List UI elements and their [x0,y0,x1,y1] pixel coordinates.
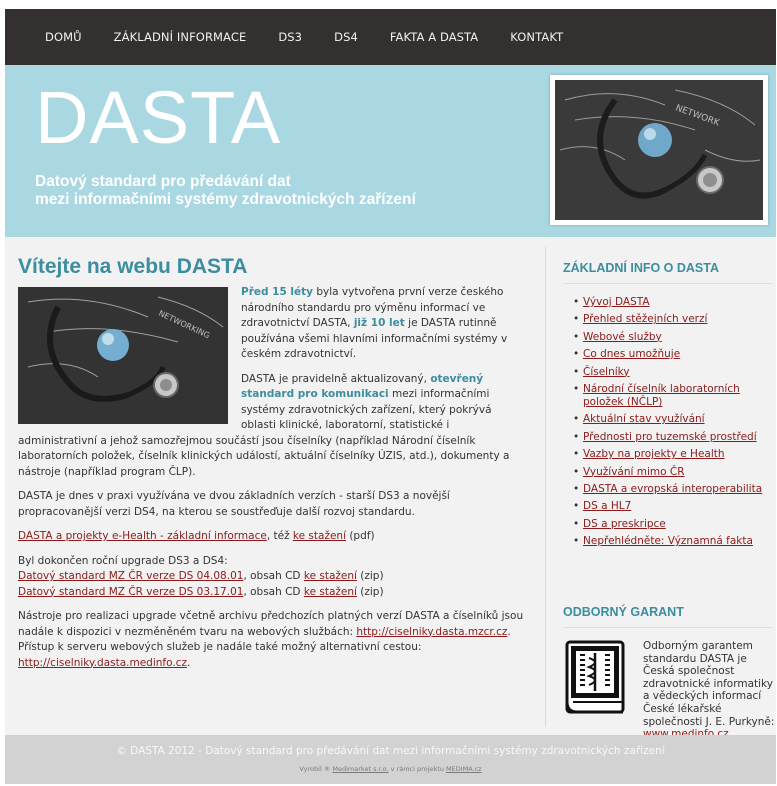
sidebar-item: Vazby na projekty e Health [573,448,773,461]
welcome-heading: Vítejte na webu DASTA [18,255,248,278]
nav-item-ds3[interactable]: DS3 [278,30,302,44]
medima-link[interactable]: MEDIMA.cz [446,765,482,773]
page: DOMŮ ZÁKLADNÍ INFORMACE DS3 DS4 FAKTA A … [0,0,777,786]
sidebar-link-webove-sluzby[interactable]: Webové služby [583,331,662,343]
sidebar-item: DASTA a evropská interoperabilita [573,483,773,496]
footer-text: v rámci projektu [388,765,446,773]
hero-subtitle-line-1: Datový standard pro předávání dat [35,173,291,190]
ehealth-info-link[interactable]: DASTA a projekty e-Health - základní inf… [18,530,267,542]
tools-paragraph: Nástroje pro realizaci upgrade včetně ar… [18,609,528,671]
garant-text-block: Odborným garantem standardu DASTA je Čes… [643,640,777,741]
hero-subtitle-line-2: mezi informačními systémy zdravotnických… [35,191,416,208]
sidebar-item: DS a preskripce [573,518,773,531]
paragraph-text: (pdf) [346,530,375,542]
stethoscope-globe-image: NETWORKING [18,287,228,424]
nav-item-zakladni-informace[interactable]: ZÁKLADNÍ INFORMACE [114,30,247,44]
ds3-version-link[interactable]: Datový standard MZ ČR verze DS 03.17.01 [18,586,243,598]
garant-description: Odborným garantem standardu DASTA je Čes… [643,640,775,728]
sidebar-link-ciselniky[interactable]: Číselníky [583,366,630,378]
paragraph-text: , obsah CD [243,570,304,582]
footer: © DASTA 2012 - Datový standard pro předá… [5,735,776,784]
paragraph-text: DASTA je pravidelně aktualizovaný, [241,372,431,385]
ciselniky-mzcr-link[interactable]: http://ciselniky.dasta.mzcr.cz [356,626,507,638]
highlight-10-years: již 10 let [353,317,405,329]
garant-section: ODBORNÝ GARANT Odborným garantem standar… [563,605,774,740]
ehealth-paragraph: DASTA a projekty e-Health - základní inf… [18,529,528,545]
paragraph-text: Byl dokončen roční upgrade DS3 a DS4: [18,554,228,567]
medimarket-link[interactable]: Medimarket s.r.o. [332,765,388,773]
sidebar-item: Nepřehlédněte: Významná fakta [573,535,773,548]
paragraph-text: (zip) [356,570,384,582]
ehealth-download-link[interactable]: ke stažení [293,530,346,542]
nav-link-ds3[interactable]: DS3 [278,30,302,44]
ciselniky-medinfo-link[interactable]: http://ciselniky.dasta.medinfo.cz [18,657,187,669]
nav-item-kontakt[interactable]: KONTAKT [510,30,563,44]
hero-title: DASTA [35,76,282,159]
sidebar-link-mimo-cr[interactable]: Využívání mimo ČR [583,466,685,478]
sidebar-link-hl7[interactable]: DS a HL7 [583,500,631,512]
sidebar-link-vazby-ehealth[interactable]: Vazby na projekty e Health [583,448,725,460]
top-navigation: DOMŮ ZÁKLADNÍ INFORMACE DS3 DS4 FAKTA A … [5,9,776,65]
column-divider [545,247,546,727]
footer-copyright: © DASTA 2012 - Datový standard pro předá… [116,745,665,757]
paragraph-text: , obsah CD [243,585,304,598]
sidebar-item: Číselníky [573,366,773,379]
ds3-download-link[interactable]: ke stažení [304,586,357,598]
sidebar-link-vyznamna-fakta[interactable]: Nepřehlédněte: Významná fakta [583,535,753,547]
hero-photo: NETWORK [550,75,768,225]
sidebar: ZÁKLADNÍ INFO O DASTA Vývoj DASTA Přehle… [563,261,774,740]
paragraph-text: . [507,625,511,638]
sidebar-item: Využívání mimo ČR [573,466,773,479]
sidebar-link-nclp[interactable]: Národní číselník laboratorních položek (… [583,383,740,408]
hero-banner: DASTA Datový standard pro předávání dat … [5,65,776,237]
nav-item-domu[interactable]: DOMŮ [45,30,82,44]
stethoscope-globe-image: NETWORK [555,80,763,220]
nav-link-ds4[interactable]: DS4 [334,30,358,44]
nav-link-kontakt[interactable]: KONTAKT [510,30,563,44]
footer-credits: Vyrobil ® Medimarket s.r.o. v rámci proj… [5,765,776,773]
nav-link-fakta-a-dasta[interactable]: FAKTA A DASTA [390,30,478,44]
sidebar-link-interoperabilita[interactable]: DASTA a evropská interoperabilita [583,483,762,495]
sidebar-link-aktualni-stav[interactable]: Aktuální stav využívání [583,413,705,425]
nav-item-ds4[interactable]: DS4 [334,30,358,44]
sidebar-item: DS a HL7 [573,500,773,513]
sidebar-link-co-umoznuje[interactable]: Co dnes umožňuje [583,348,680,360]
intro-photo: NETWORKING [18,287,228,424]
main-section: Vítejte na webu DASTA NETWORKING Před 15… [5,237,776,740]
nav-list: DOMŮ ZÁKLADNÍ INFORMACE DS3 DS4 FAKTA A … [5,9,776,65]
sidebar-heading: ZÁKLADNÍ INFO O DASTA [563,261,773,284]
paragraph-text: , též [266,530,293,542]
sidebar-link-prednosti[interactable]: Přednosti pro tuzemské prostředí [583,431,757,443]
sidebar-item: Webové služby [573,331,773,344]
sidebar-item: Přehled stěžejních verzí [573,313,773,326]
medical-book-icon [565,640,625,714]
ds4-download-link[interactable]: ke stažení [304,570,357,582]
sidebar-item: Aktuální stav využívání [573,413,773,426]
paragraph-text: (zip) [356,585,384,598]
footer-text: Vyrobil ® [299,765,333,773]
sidebar-link-vyvoj[interactable]: Vývoj DASTA [583,296,650,308]
garant-heading: ODBORNÝ GARANT [563,605,773,628]
sidebar-list: Vývoj DASTA Přehled stěžejních verzí Web… [563,296,773,548]
ds4-version-link[interactable]: Datový standard MZ ČR verze DS 04.08.01 [18,570,243,582]
paragraph-text: . [186,656,191,669]
nav-item-fakta-a-dasta[interactable]: FAKTA A DASTA [390,30,478,44]
highlight-15-years: Před 15 léty [241,286,314,298]
sidebar-link-prehled-verzi[interactable]: Přehled stěžejních verzí [583,313,707,325]
sidebar-item: Co dnes umožňuje [573,348,773,361]
nav-link-domu[interactable]: DOMŮ [45,30,82,44]
sidebar-item: Vývoj DASTA [573,296,773,309]
nav-link-zakladni-informace[interactable]: ZÁKLADNÍ INFORMACE [114,30,247,44]
upgrade-paragraph: Byl dokončen roční upgrade DS3 a DS4: Dat… [18,554,528,601]
sidebar-link-preskripce[interactable]: DS a preskripce [583,518,666,530]
versions-paragraph: DASTA je dnes v praxi využívána ve dvou … [18,490,450,518]
paragraph-text: Přístup k serveru webových služeb je nad… [18,641,422,653]
main-content: Vítejte na webu DASTA NETWORKING Před 15… [18,255,528,680]
sidebar-item: Národní číselník laboratorních položek (… [573,383,773,409]
sidebar-item: Přednosti pro tuzemské prostředí [573,431,773,444]
